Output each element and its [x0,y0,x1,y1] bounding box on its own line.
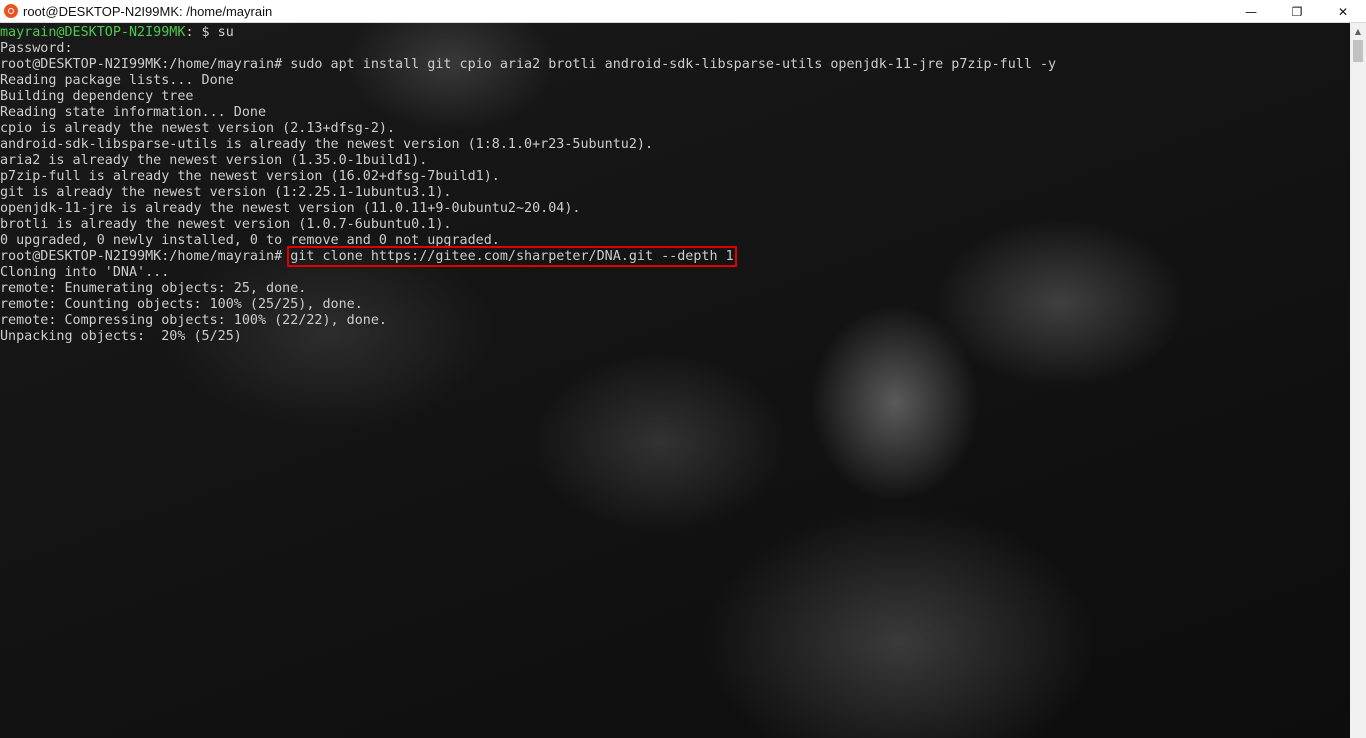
highlighted-git-clone-command: git clone https://gitee.com/sharpeter/DN… [287,246,737,267]
terminal-line: brotli is already the newest version (1.… [0,217,452,232]
prompt-user-host: mayrain@DESKTOP-N2I99MK [0,25,186,40]
prompt-command: : $ su [185,25,234,40]
terminal-line: Password: [0,41,73,56]
terminal-line: remote: Compressing objects: 100% (22/22… [0,313,387,328]
terminal-line: Building dependency tree [0,89,194,104]
terminal-line: Reading state information... Done [0,105,267,120]
scroll-thumb[interactable] [1353,40,1363,62]
terminal-line: Reading package lists... Done [0,73,234,88]
root-prompt: root@DESKTOP-N2I99MK:/home/mayrain# [0,249,291,264]
vertical-scrollbar[interactable]: ▲ [1350,23,1366,738]
ubuntu-icon [4,4,18,18]
terminal-line: cpio is already the newest version (2.13… [0,121,396,136]
window-title: root@DESKTOP-N2I99MK: /home/mayrain [23,3,273,19]
terminal-line: root@DESKTOP-N2I99MK:/home/mayrain# git … [0,246,1056,267]
window-controls: — ❐ ✕ [1228,0,1366,23]
terminal-line: aria2 is already the newest version (1.3… [0,153,428,168]
minimize-button[interactable]: — [1228,0,1274,23]
terminal-line: openjdk-11-jre is already the newest ver… [0,201,581,216]
scroll-up-icon[interactable]: ▲ [1350,23,1366,40]
terminal-line: root@DESKTOP-N2I99MK:/home/mayrain# sudo… [0,57,1057,72]
terminal-line: Cloning into 'DNA'... [0,265,170,280]
terminal-line: 0 upgraded, 0 newly installed, 0 to remo… [0,233,500,248]
close-button[interactable]: ✕ [1320,0,1366,23]
terminal-line: android-sdk-libsparse-utils is already t… [0,137,654,152]
terminal-line: mayrain@DESKTOP-N2I99MK: $ su [0,25,1056,41]
maximize-button[interactable]: ❐ [1274,0,1320,23]
minimize-icon: — [1245,4,1257,19]
maximize-icon: ❐ [1291,4,1303,19]
terminal-line: p7zip-full is already the newest version… [0,169,500,184]
terminal-lines: mayrain@DESKTOP-N2I99MK: $ su Password: … [0,25,1056,345]
close-icon: ✕ [1337,4,1349,19]
terminal-line: remote: Enumerating objects: 25, done. [0,281,307,296]
terminal-line: remote: Counting objects: 100% (25/25), … [0,297,363,312]
title-bar[interactable]: root@DESKTOP-N2I99MK: /home/mayrain — ❐ … [0,0,1366,23]
terminal-line: git is already the newest version (1:2.2… [0,185,452,200]
terminal-line: Unpacking objects: 20% (5/25) [0,329,242,344]
terminal-window: root@DESKTOP-N2I99MK: /home/mayrain — ❐ … [0,0,1366,738]
terminal-output[interactable]: mayrain@DESKTOP-N2I99MK: $ su Password: … [0,23,1350,738]
